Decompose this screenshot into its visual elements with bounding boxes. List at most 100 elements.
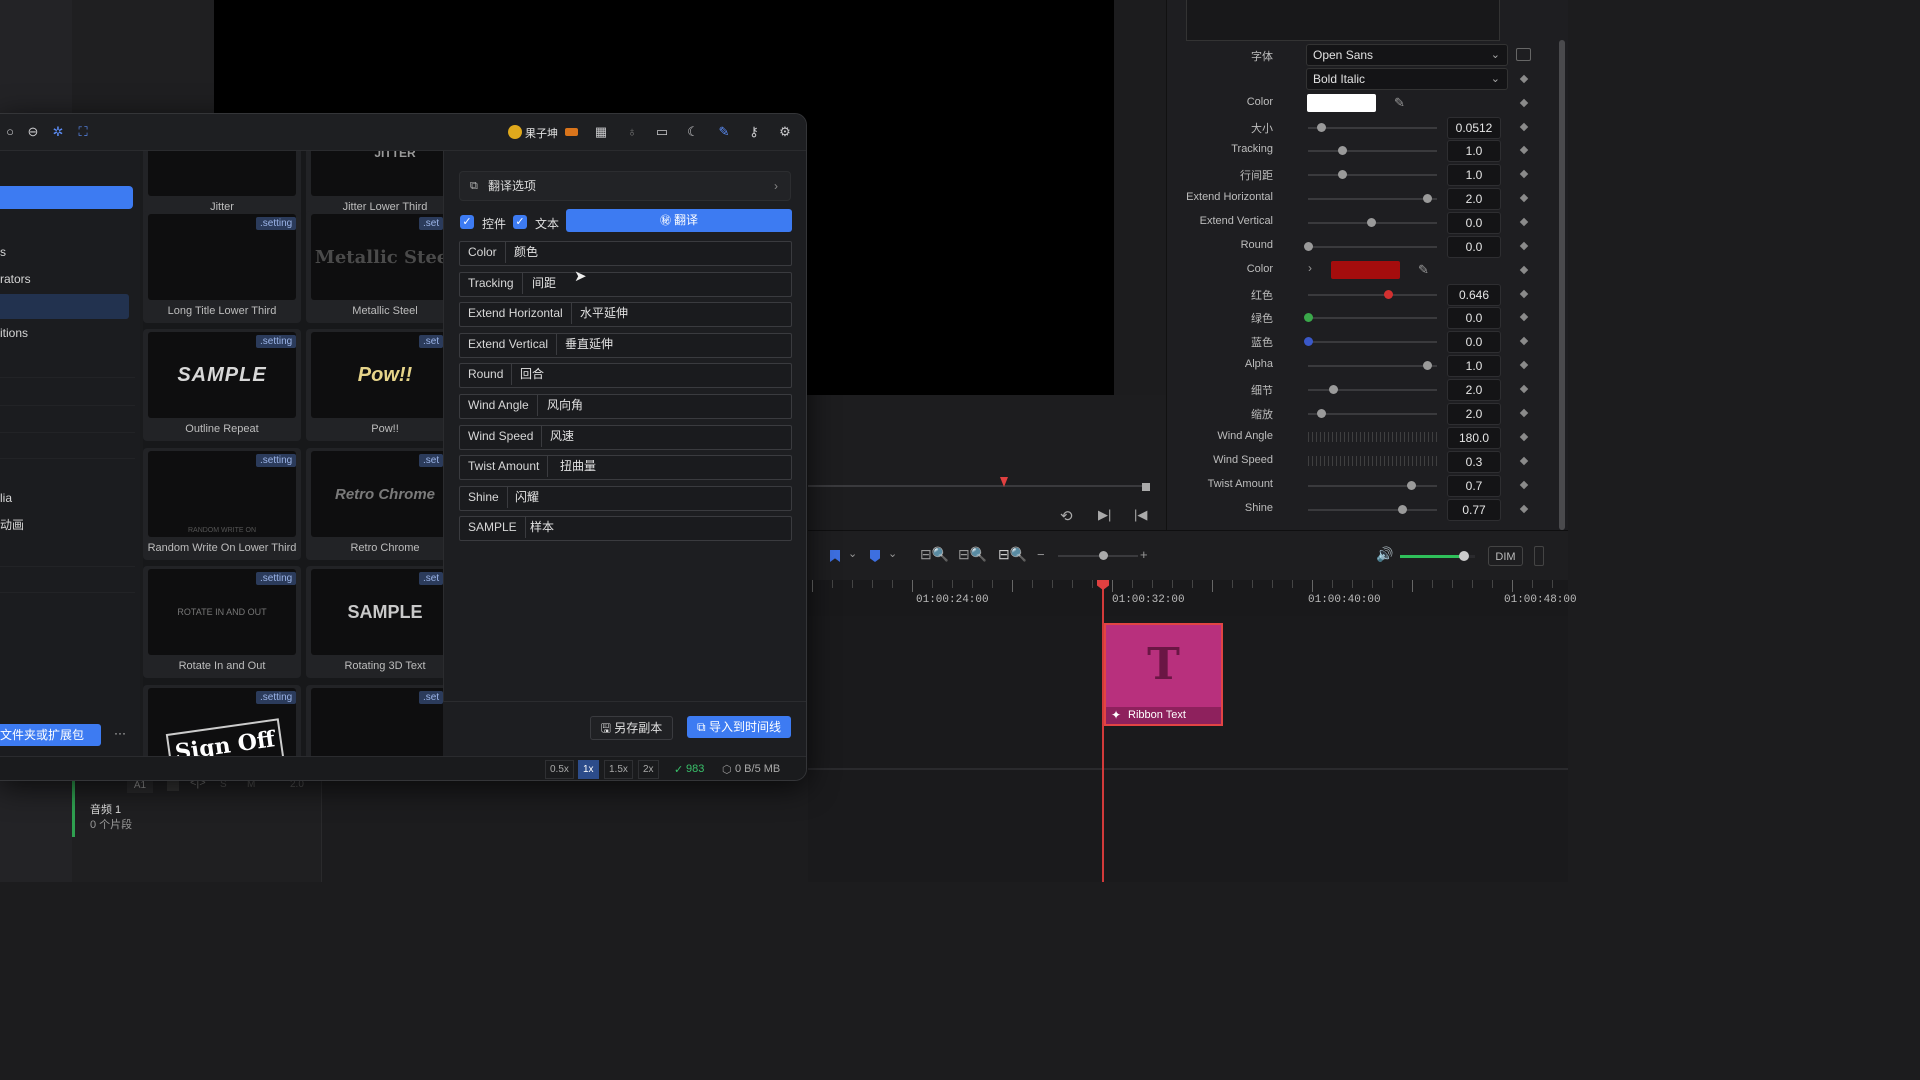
speaker-icon[interactable]: 🔊: [1376, 546, 1393, 563]
playhead[interactable]: [1102, 580, 1104, 882]
param-slider-knob[interactable]: [1406, 481, 1416, 490]
keyframe-icon[interactable]: [1519, 146, 1529, 155]
keyframe-icon[interactable]: [1519, 337, 1529, 346]
lightbulb-icon[interactable]: ♁: [623, 123, 641, 141]
zoom-button[interactable]: 1x: [578, 760, 599, 779]
dim-button[interactable]: DIM: [1488, 546, 1523, 566]
key-icon[interactable]: ⚷: [745, 123, 763, 141]
param-slider-knob[interactable]: [1366, 218, 1376, 228]
sidebar-item[interactable]: rators: [0, 266, 135, 293]
keyframe-icon[interactable]: [1519, 432, 1529, 442]
keyframe-icon[interactable]: [1519, 241, 1529, 251]
effect-card[interactable]: SAMPLE .set Rotating 3D Text: [306, 566, 443, 678]
sidebar-item[interactable]: itions: [0, 320, 135, 347]
param-slider[interactable]: [1308, 341, 1437, 344]
param-value-field[interactable]: 180.0: [1447, 427, 1501, 449]
param-value-field[interactable]: 1.0: [1447, 164, 1501, 187]
translation-value-input[interactable]: 扭曲量: [560, 456, 596, 477]
font-select[interactable]: Open Sans ⌄: [1306, 44, 1508, 66]
skip-start-icon[interactable]: |◀: [1134, 507, 1147, 523]
text-checkbox[interactable]: ✓: [513, 215, 527, 229]
param-value-field[interactable]: 2.0: [1447, 403, 1501, 425]
scrub-end-handle[interactable]: [1142, 483, 1150, 491]
keyframe-icon[interactable]: [1519, 313, 1529, 322]
keyframe-icon[interactable]: [1519, 480, 1529, 490]
zoom-detail-icon[interactable]: ⊟🔍: [958, 546, 987, 563]
keyframe-icon[interactable]: [1519, 74, 1529, 84]
param-slider[interactable]: [1308, 485, 1437, 487]
effect-card[interactable]: Pow!! .set Pow!!: [306, 329, 443, 441]
param-slider[interactable]: [1308, 150, 1437, 153]
param-slider-knob[interactable]: [1316, 409, 1326, 418]
param-slider[interactable]: [1308, 246, 1437, 248]
param-slider-knob[interactable]: [1329, 385, 1338, 395]
translation-value-input[interactable]: 水平延伸: [580, 303, 628, 324]
param-value-field[interactable]: 0.0: [1447, 307, 1501, 330]
loop-icon[interactable]: ⟲: [1060, 507, 1073, 525]
user-avatar[interactable]: [508, 125, 522, 139]
circle-icon[interactable]: ○: [1, 123, 19, 141]
controls-checkbox[interactable]: ✓: [460, 215, 474, 229]
param-value-field[interactable]: 2.0: [1447, 379, 1501, 402]
translation-value-input[interactable]: 颜色: [514, 242, 538, 263]
param-value-field[interactable]: 0.646: [1447, 283, 1501, 306]
param-slider[interactable]: [1308, 174, 1437, 177]
param-value-field[interactable]: 0.77: [1447, 498, 1501, 521]
volume-knob[interactable]: [1458, 551, 1469, 561]
eyedropper-icon[interactable]: ✎: [1394, 95, 1405, 111]
focus-icon[interactable]: ⛶: [74, 123, 92, 141]
param-slider[interactable]: [1308, 413, 1437, 415]
param-value-field[interactable]: 2.0: [1447, 188, 1501, 211]
layers-icon[interactable]: ✲: [49, 123, 67, 141]
translation-options-header[interactable]: ⧉ 翻译选项 ›: [459, 171, 791, 201]
param-value-field[interactable]: 1.0: [1447, 355, 1501, 378]
param-slider[interactable]: [1308, 389, 1437, 392]
moon-icon[interactable]: ☾: [684, 123, 702, 141]
param-slider-knob[interactable]: [1422, 361, 1432, 371]
keyframe-icon[interactable]: [1519, 265, 1529, 275]
zoom-full-icon[interactable]: ⊟🔍: [920, 546, 949, 563]
effect-card[interactable]: JITTER Jitter Lower Third: [306, 151, 443, 219]
translate-button[interactable]: ㊙ 翻译: [566, 209, 792, 232]
sidebar-item-highlight[interactable]: [0, 294, 129, 319]
effect-card[interactable]: Jitter: [143, 151, 301, 219]
param-slider[interactable]: [1308, 126, 1437, 129]
param-value-field[interactable]: 1.0: [1447, 140, 1501, 163]
chevron-down-icon[interactable]: ⌄: [888, 547, 897, 560]
style-select[interactable]: Bold Italic ⌄: [1306, 68, 1508, 90]
param-slider-knob[interactable]: [1304, 242, 1313, 251]
keyframe-icon[interactable]: [1519, 98, 1529, 108]
keyframe-icon[interactable]: [1519, 408, 1529, 418]
sidebar-item[interactable]: lia: [0, 485, 135, 512]
add-folder-button[interactable]: 文件夹或扩展包: [0, 724, 101, 746]
keyframe-icon[interactable]: [1519, 289, 1529, 298]
zoom-slider[interactable]: [1058, 555, 1138, 557]
translation-value-input[interactable]: 垂直延伸: [565, 334, 613, 355]
eyedropper-icon[interactable]: ✎: [1418, 262, 1429, 278]
effect-card[interactable]: ROTATE IN AND OUT .setting Rotate In and O…: [143, 566, 301, 678]
color-swatch-2[interactable]: [1331, 261, 1400, 279]
zoom-button[interactable]: 2x: [638, 760, 659, 779]
play-next-icon[interactable]: ▶|: [1098, 507, 1111, 523]
keyframe-icon[interactable]: [1519, 217, 1529, 227]
param-slider[interactable]: [1308, 293, 1437, 296]
param-dial[interactable]: [1308, 455, 1437, 466]
keyframe-icon[interactable]: [1519, 170, 1529, 179]
flag-icon[interactable]: [870, 550, 880, 562]
inspector-scrollbar[interactable]: [1559, 40, 1565, 530]
param-value-field[interactable]: 0.0: [1447, 331, 1501, 354]
effect-card[interactable]: Retro Chrome .set Retro Chrome: [306, 448, 443, 560]
chevron-right-icon[interactable]: ›: [1308, 261, 1312, 275]
param-dial[interactable]: [1308, 432, 1437, 442]
param-slider[interactable]: [1308, 198, 1437, 201]
translation-value-input[interactable]: 回合: [520, 364, 544, 385]
param-slider-knob[interactable]: [1337, 170, 1347, 180]
user-name[interactable]: 果子坤: [525, 125, 558, 141]
effect-card[interactable]: RANDOM WRITE ON .setting Random Write On L…: [143, 448, 301, 560]
param-slider[interactable]: [1308, 317, 1437, 320]
save-copy-button[interactable]: 🖫 另存副本: [590, 716, 673, 740]
scrub-bar[interactable]: [808, 485, 1148, 487]
param-slider-knob[interactable]: [1337, 146, 1347, 156]
param-value-field[interactable]: 0.3: [1447, 450, 1501, 473]
keyframe-icon[interactable]: [1519, 122, 1529, 131]
